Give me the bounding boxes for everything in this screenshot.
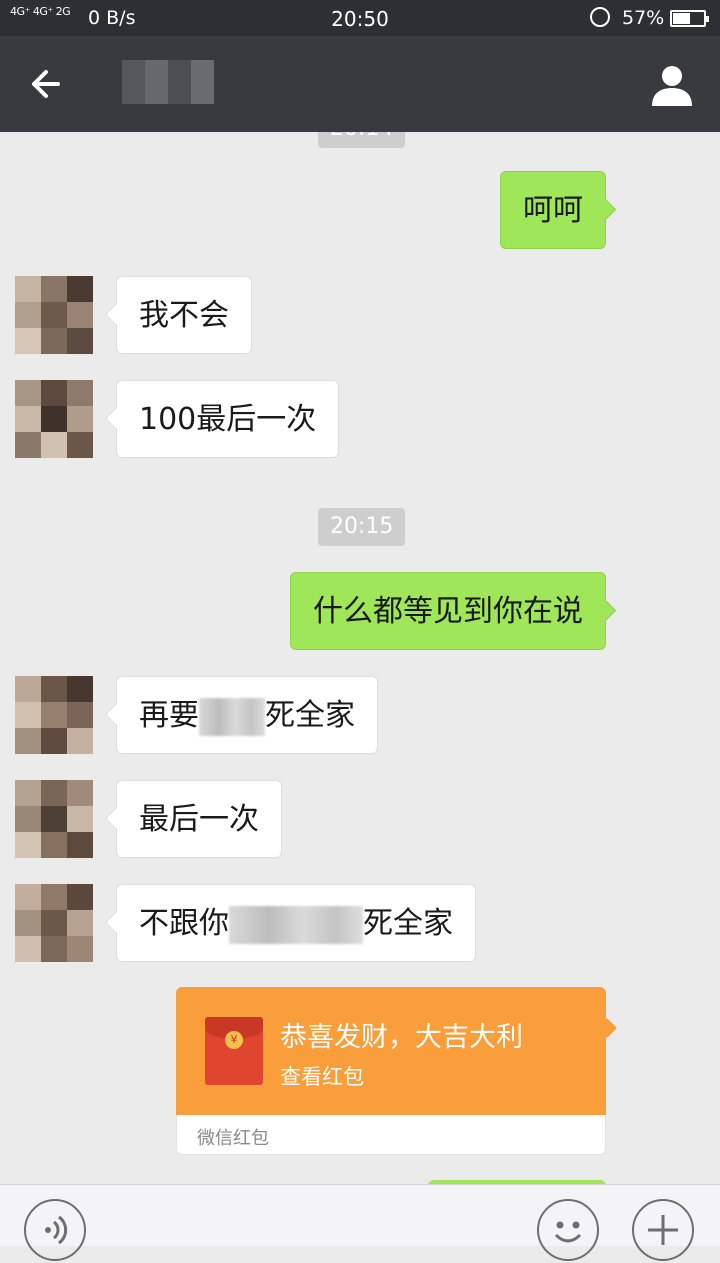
red-packet-body[interactable]: ¥ 恭喜发财，大吉大利 查看红包 xyxy=(176,987,606,1115)
avatar[interactable] xyxy=(15,380,93,458)
arrow-left-icon xyxy=(32,70,60,98)
clock: 20:50 xyxy=(331,7,389,31)
message-bubble-incoming[interactable]: 不跟你 死全家 xyxy=(116,884,476,962)
avatar[interactable] xyxy=(15,884,93,962)
back-button[interactable] xyxy=(22,60,74,108)
message-bubble-outgoing[interactable]: 什么都等见到你在说 xyxy=(290,572,606,650)
message-list[interactable]: 20:14 呵呵 我不会 100最后一次 20:15 什么都等见到你在说 再要死… xyxy=(0,132,720,1184)
message-bubble-incoming[interactable]: 再要 死全家 xyxy=(116,676,378,754)
status-bar: 4G⁺ 4G⁺ 2G 0 B/s 20:50 57% xyxy=(0,0,720,36)
red-envelope-icon: ¥ xyxy=(205,1017,263,1085)
red-packet-action: 查看红包 xyxy=(280,1065,364,1089)
message-bubble-outgoing[interactable]: 呵呵 xyxy=(500,171,606,249)
more-button[interactable] xyxy=(632,1199,694,1261)
contact-name-blurred xyxy=(122,60,214,104)
red-packet-title: 恭喜发财，大吉大利 xyxy=(280,1022,523,1053)
message-text: 不跟你 xyxy=(139,906,229,941)
avatar[interactable] xyxy=(15,676,93,754)
message-text: 死全家 xyxy=(265,698,355,733)
red-packet-message[interactable]: ¥ 恭喜发财，大吉大利 查看红包 微信红包 xyxy=(176,987,606,1155)
timestamp: 20:15 xyxy=(318,508,406,546)
message-text: 死全家 xyxy=(363,906,453,941)
red-packet-brand: 微信红包 xyxy=(197,1128,269,1149)
message-bubble-incoming[interactable]: 最后一次 xyxy=(116,780,282,858)
coin-icon: ¥ xyxy=(225,1031,243,1049)
chat-header xyxy=(0,36,720,132)
emoji-button[interactable] xyxy=(537,1199,599,1261)
battery-icon xyxy=(670,10,709,27)
voice-button[interactable] xyxy=(24,1199,86,1261)
red-packet-footer: 微信红包 xyxy=(176,1115,606,1155)
avatar[interactable] xyxy=(15,780,93,858)
rotation-lock-icon xyxy=(590,7,610,27)
avatar[interactable] xyxy=(15,276,93,354)
message-bubble-incoming[interactable]: 100最后一次 xyxy=(116,380,340,458)
person-icon xyxy=(652,66,692,106)
plus-icon xyxy=(648,1215,678,1245)
message-bubble-incoming[interactable]: 我不会 xyxy=(116,276,252,354)
emoji-icon xyxy=(554,1221,582,1243)
chat-info-button[interactable] xyxy=(646,62,698,110)
voice-icon xyxy=(45,1215,68,1245)
timestamp: 20:14 xyxy=(318,132,406,148)
message-text: 再要 xyxy=(139,698,199,733)
redacted-text xyxy=(199,697,265,736)
redacted-text xyxy=(229,905,363,944)
input-bar xyxy=(0,1184,720,1261)
battery-percent: 57% xyxy=(622,7,665,29)
